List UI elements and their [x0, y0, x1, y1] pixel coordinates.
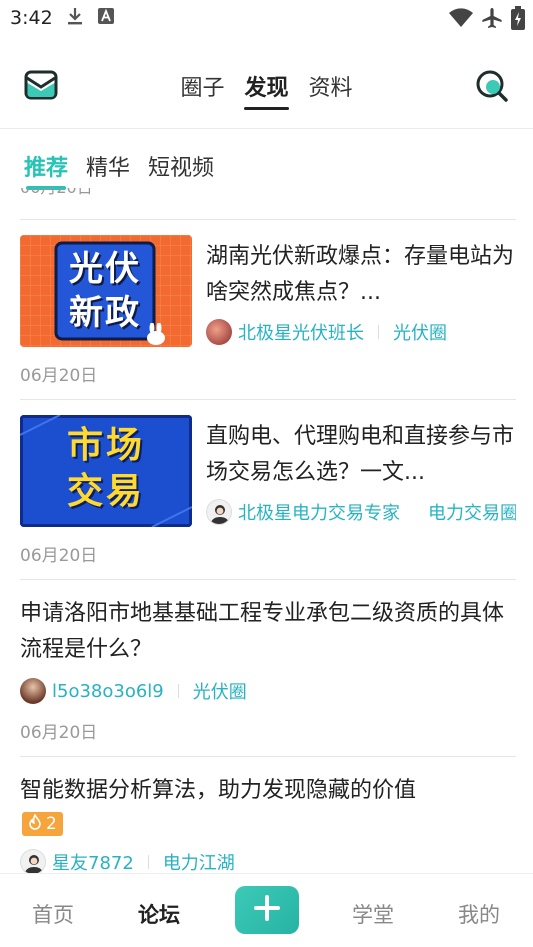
tab-materials[interactable]: 资料 — [307, 68, 355, 104]
post-title[interactable]: 湖南光伏新政爆点：存量电站为啥突然成焦点？... — [206, 239, 516, 311]
circle-name[interactable]: 电力江湖 — [163, 849, 235, 873]
status-bar: 3:42 — [0, 0, 533, 36]
top-tabs: 圈子 发现 资料 — [0, 68, 533, 110]
header-divider — [0, 128, 533, 129]
nav-forum[interactable]: 论坛 — [138, 899, 180, 929]
sub-tabs: 推荐 精华 短视频 — [24, 150, 214, 190]
post-date: 06月20日 — [20, 723, 98, 743]
feed-list[interactable]: 06月20日 光伏 新政 湖南光伏新政爆点：存量电站为啥突然成焦点？... — [0, 188, 533, 873]
wifi-icon — [449, 8, 473, 32]
author-name[interactable]: 星友7872 — [52, 849, 134, 873]
avatar[interactable] — [206, 499, 232, 525]
nav-mine[interactable]: 我的 — [458, 899, 500, 929]
avatar[interactable] — [206, 319, 232, 345]
post-title[interactable]: 智能数据分析算法，助力发现隐藏的价值 — [20, 773, 516, 809]
post-thumbnail: 光伏 新政 — [20, 235, 192, 347]
battery-icon — [511, 6, 525, 34]
download-icon — [67, 6, 83, 30]
subtab-short-video[interactable]: 短视频 — [148, 150, 214, 182]
plus-icon — [253, 894, 281, 926]
hot-count: 2 — [46, 814, 57, 834]
divider — [20, 579, 516, 580]
circle-name[interactable]: 光伏圈 — [193, 678, 247, 704]
post-meta: 北极星电力交易专家 电力交易圈 — [206, 499, 516, 525]
circle-name[interactable]: 光伏圈 — [393, 319, 447, 345]
subtab-featured[interactable]: 精华 — [86, 150, 130, 182]
avatar[interactable] — [20, 678, 46, 704]
post-title[interactable]: 申请洛阳市地基基础工程专业承包二级资质的具体流程是什么？ — [20, 596, 516, 668]
divider — [20, 399, 516, 400]
post-date: 06月20日 — [20, 546, 98, 566]
meta-separator — [177, 684, 179, 698]
author-name[interactable]: 北极星电力交易专家 — [238, 499, 400, 525]
post-date: 06月20日 — [20, 188, 93, 198]
author-name[interactable]: l5o38o3o6l9 — [52, 681, 164, 702]
subtab-recommend[interactable]: 推荐 — [24, 150, 68, 190]
post-title[interactable]: 直购电、代理购电和直接参与市场交易怎么选？一文... — [206, 419, 516, 491]
hot-badge: 2 — [22, 812, 63, 836]
search-icon[interactable] — [475, 69, 509, 103]
fire-icon — [28, 812, 42, 835]
airplane-icon — [481, 7, 503, 33]
add-post-button[interactable] — [235, 886, 299, 934]
divider — [20, 219, 516, 220]
tab-circle[interactable]: 圈子 — [178, 68, 226, 104]
thumb-text: 新政 — [69, 293, 141, 333]
nav-school[interactable]: 学堂 — [352, 899, 394, 929]
post-meta: l5o38o3o6l9 光伏圈 — [20, 678, 247, 704]
status-time: 3:42 — [10, 7, 53, 29]
thumb-text: 市场 — [66, 425, 145, 466]
meta-separator — [147, 855, 149, 869]
font-icon — [97, 7, 115, 29]
thumb-text: 交易 — [66, 471, 145, 512]
bunny-sticker-icon — [144, 322, 168, 347]
tab-discover[interactable]: 发现 — [242, 68, 290, 110]
post-thumbnail: 市场 交易 — [20, 415, 192, 527]
top-header: 圈子 发现 资料 — [0, 60, 533, 112]
avatar[interactable] — [20, 849, 46, 873]
author-name[interactable]: 北极星光伏班长 — [238, 319, 364, 345]
post-meta: 北极星光伏班长 光伏圈 — [206, 319, 447, 345]
post-meta: 星友7872 电力江湖 — [20, 849, 235, 873]
post-date: 06月20日 — [20, 366, 98, 386]
thumb-text: 光伏 — [69, 249, 141, 289]
divider — [20, 756, 516, 757]
nav-home[interactable]: 首页 — [32, 899, 74, 929]
circle-name[interactable]: 电力交易圈 — [428, 499, 516, 525]
meta-separator — [378, 325, 379, 339]
bottom-nav: 首页 论坛 学堂 我的 — [0, 873, 533, 947]
